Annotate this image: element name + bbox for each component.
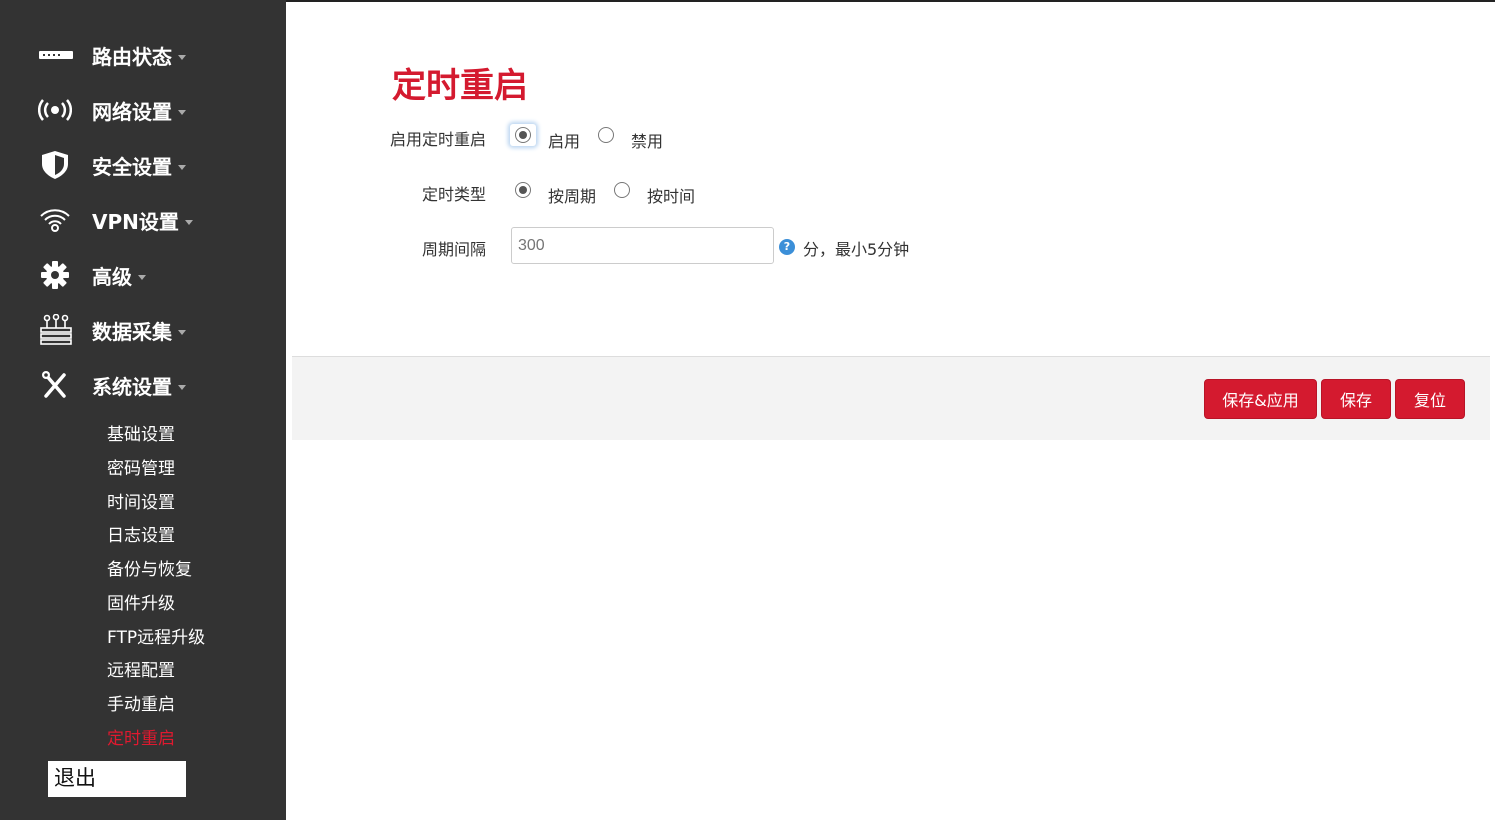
menu-item-network-settings[interactable]: 网络设置 [38,93,186,127]
caret-down-icon [178,164,186,170]
enable-label: 启用定时重启 [389,130,486,149]
wifi-icon [38,203,78,237]
logout-button[interactable]: 退出 [48,761,186,797]
menu-item-data-collection[interactable]: 数据采集 [38,313,186,347]
submenu-item-manual-reboot[interactable]: 手动重启 [107,693,175,717]
submenu-item-password[interactable]: 密码管理 [107,457,175,481]
menu-item-router-status[interactable]: 路由状态 [38,38,186,72]
radio-by-time-label[interactable]: 按时间 [647,183,695,207]
menu-item-vpn-settings[interactable]: VPN设置 [38,203,193,237]
radio-ring [614,182,630,198]
radio-enable[interactable] [510,124,536,146]
submenu-item-time-settings[interactable]: 时间设置 [107,491,175,515]
interval-label: 周期间隔 [421,240,486,259]
caret-down-icon [184,219,193,225]
radio-ring [598,127,614,143]
menu-label: 网络设置 [92,99,172,124]
menu-item-advanced[interactable]: 高级 [38,258,146,292]
radio-disable-label[interactable]: 禁用 [631,128,663,152]
menu-item-system-settings[interactable]: 系统设置 [38,368,186,402]
caret-down-icon [178,109,186,115]
radio-ring [515,127,531,143]
gear-icon [38,258,78,292]
interval-input[interactable] [511,227,774,264]
caret-down-icon [178,54,186,60]
radio-dot [519,186,527,194]
menu-label: VPN设置 [92,209,179,234]
menu-label: 路由状态 [92,44,172,69]
data-collection-icon [38,313,78,347]
save-apply-button[interactable]: 保存&应用 [1204,379,1317,419]
submenu-item-scheduled-reboot[interactable]: 定时重启 [107,727,175,751]
menu-label: 安全设置 [92,154,172,179]
menu-item-security-settings[interactable]: 安全设置 [38,148,186,182]
caret-down-icon [178,329,186,335]
save-button[interactable]: 保存 [1321,379,1391,419]
radio-dot [519,131,527,139]
radio-by-period[interactable] [510,179,536,201]
wireless-signal-icon [38,93,78,127]
router-icon [38,38,78,72]
radio-ring [515,182,531,198]
radio-enable-label[interactable]: 启用 [548,128,580,152]
caret-down-icon [138,274,146,280]
submenu-item-basic-settings[interactable]: 基础设置 [107,423,175,447]
submenu-item-backup-restore[interactable]: 备份与恢复 [107,558,192,582]
help-icon[interactable]: ? [779,239,795,255]
submenu-item-remote-config[interactable]: 远程配置 [107,659,175,683]
main-content: 定时重启 启用定时重启 启用 禁用 定时类型 按周期 按时间 周期间隔 ? 分，… [286,2,1495,820]
radio-by-period-label[interactable]: 按周期 [548,183,596,207]
type-label: 定时类型 [421,185,486,204]
sidebar: 路由状态 网络设置 安全设置 VPN设置 高级 数据采集 系统设置 基础设置 密… [0,0,286,820]
page-title: 定时重启 [392,66,528,106]
radio-disable[interactable] [593,124,619,146]
submenu-item-ftp-upgrade[interactable]: FTP远程升级 [107,626,205,650]
caret-down-icon [178,384,186,390]
tools-icon [38,368,78,402]
reset-button[interactable]: 复位 [1395,379,1465,419]
action-bar: 保存&应用 保存 复位 [292,356,1490,440]
menu-label: 系统设置 [92,374,172,399]
submenu-item-firmware-upgrade[interactable]: 固件升级 [107,592,175,616]
shield-icon [38,148,78,182]
radio-by-time[interactable] [609,179,635,201]
submenu-item-log-settings[interactable]: 日志设置 [107,524,175,548]
menu-label: 高级 [92,264,132,289]
interval-hint: 分，最小5分钟 [803,240,910,259]
menu-label: 数据采集 [92,319,172,344]
